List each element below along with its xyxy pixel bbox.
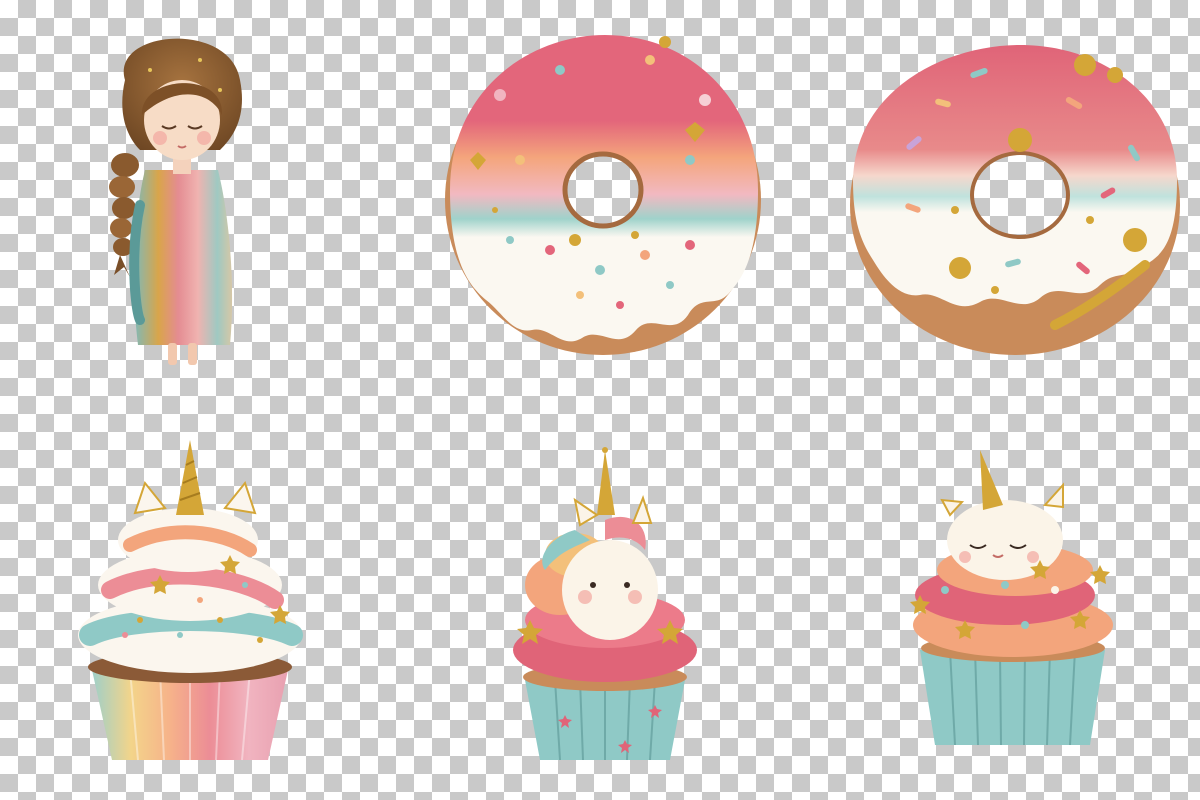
donut-glaze <box>853 45 1177 307</box>
unicorn-head-cupcake-illustration <box>505 445 705 770</box>
transparent-checkerboard-canvas <box>0 0 1200 800</box>
unicorn-horn <box>176 440 204 515</box>
unicorn-horn <box>980 450 1003 510</box>
donut-glaze <box>450 35 758 342</box>
unicorn-head <box>562 540 658 640</box>
unicorn-horn <box>597 450 615 515</box>
rainbow-cupcake-illustration <box>70 435 310 770</box>
sleeping-unicorn-cupcake-illustration <box>905 445 1125 755</box>
girl-illustration <box>80 20 280 375</box>
rainbow-donut-illustration <box>440 30 770 365</box>
frosting-swirl <box>78 508 303 673</box>
dress-shape <box>134 170 233 345</box>
pink-donut-illustration <box>845 40 1185 360</box>
cupcake-liner <box>920 650 1105 745</box>
